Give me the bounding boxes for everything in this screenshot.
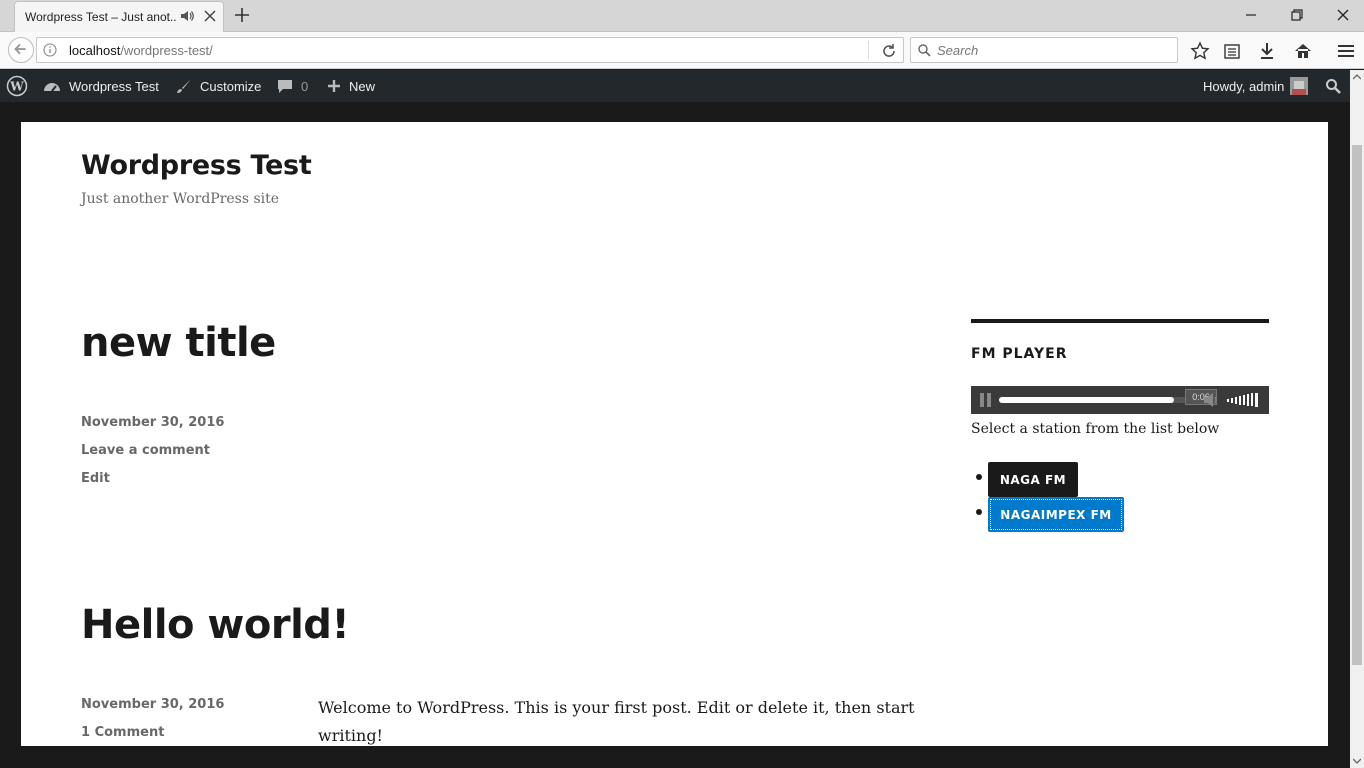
progress-fill — [999, 397, 1174, 403]
search-placeholder: Search — [937, 43, 979, 58]
post-date[interactable]: November 30, 2016 — [81, 697, 224, 712]
close-tab-icon[interactable] — [203, 9, 217, 23]
account-menu[interactable]: Howdy, admin — [1203, 70, 1316, 102]
post-title[interactable]: new title — [81, 320, 276, 366]
window-close-icon[interactable] — [1334, 6, 1352, 24]
new-label: New — [349, 78, 376, 94]
post-title[interactable]: Hello world! — [81, 602, 350, 648]
comments-link[interactable]: 1 Comment — [81, 725, 164, 740]
bookmark-star-icon[interactable] — [1190, 41, 1210, 61]
volume-icon[interactable] — [1203, 392, 1221, 408]
site-name-label: Wordpress Test — [69, 78, 159, 94]
site-title[interactable]: Wordpress Test — [81, 150, 312, 181]
widget-title: FM PLAYER — [971, 346, 1068, 362]
menu-icon[interactable] — [1336, 41, 1356, 61]
minimize-icon[interactable] — [1242, 6, 1260, 24]
browser-nav-bar: localhost/wordpress-test/ Search — [0, 32, 1364, 69]
restore-icon[interactable] — [1288, 6, 1306, 24]
station-button-naga-fm[interactable]: NAGA FM — [988, 462, 1078, 497]
download-icon[interactable] — [1257, 41, 1277, 61]
url-path: /wordpress-test/ — [120, 43, 213, 58]
wp-logo-menu[interactable]: W — [6, 70, 36, 102]
site-name-menu[interactable]: Wordpress Test — [43, 70, 159, 102]
url-bar[interactable]: localhost/wordpress-test/ — [36, 37, 904, 63]
new-tab-icon[interactable] — [233, 6, 251, 24]
customize-link[interactable]: Customize — [176, 70, 261, 102]
reading-list-icon[interactable] — [1222, 41, 1242, 61]
svg-text:W: W — [9, 80, 24, 94]
scroll-thumb[interactable] — [1352, 145, 1362, 665]
audio-player: 0:06 — [971, 386, 1269, 414]
avatar — [1290, 77, 1309, 95]
search-icon — [1326, 79, 1341, 94]
reload-icon[interactable] — [881, 43, 897, 59]
site-description: Just another WordPress site — [81, 191, 280, 207]
progress-track[interactable]: 0:06 — [999, 389, 1217, 405]
back-button[interactable] — [8, 37, 34, 63]
browser-tab-bar: Wordpress Test – Just anot... — [0, 0, 1364, 33]
list-bullet — [976, 474, 982, 480]
url-host: localhost — [69, 43, 121, 58]
comments-link[interactable]: 0 — [277, 70, 308, 102]
widget-divider — [971, 319, 1269, 323]
new-content-menu[interactable]: New — [327, 70, 375, 102]
scroll-up-icon[interactable] — [1353, 73, 1361, 81]
speaker-icon[interactable] — [180, 9, 194, 23]
page-scrollbar[interactable] — [1350, 70, 1364, 768]
station-instruction: Select a station from the list below — [971, 421, 1220, 437]
list-bullet — [976, 509, 982, 515]
customize-label: Customize — [200, 78, 262, 94]
wordpress-logo-icon: W — [6, 75, 28, 97]
station-button-nagaimpex-fm[interactable]: NAGAIMPEX FM — [988, 497, 1124, 532]
site-page: Wordpress Test Just another WordPress si… — [21, 122, 1328, 746]
home-icon[interactable] — [1293, 41, 1313, 61]
scroll-down-icon[interactable] — [1353, 757, 1361, 765]
pause-icon[interactable] — [979, 392, 993, 408]
howdy-label: Howdy, admin — [1203, 78, 1285, 94]
admin-search[interactable] — [1325, 70, 1349, 102]
volume-slider[interactable] — [1227, 393, 1263, 407]
url-text: localhost/wordpress-test/ — [69, 43, 213, 58]
leave-comment-link[interactable]: Leave a comment — [81, 443, 210, 458]
paintbrush-icon — [177, 79, 191, 93]
tab-title: Wordpress Test – Just anot... — [25, 10, 177, 24]
url-separator — [868, 41, 869, 59]
post-content: Welcome to WordPress. This is your first… — [318, 698, 915, 745]
info-icon[interactable] — [43, 43, 57, 57]
plus-icon — [328, 80, 340, 92]
back-arrow-icon — [14, 43, 26, 55]
wp-admin-bar: W Wordpress Test Customize 0 New Howdy, … — [0, 70, 1350, 102]
comments-count: 0 — [301, 78, 309, 94]
comment-bubble-icon — [278, 80, 292, 93]
search-icon — [918, 44, 931, 57]
search-bar[interactable]: Search — [910, 37, 1178, 63]
browser-tab[interactable]: Wordpress Test – Just anot... — [14, 1, 224, 33]
post-date[interactable]: November 30, 2016 — [81, 415, 224, 430]
dashboard-icon — [44, 83, 60, 92]
edit-post-link[interactable]: Edit — [81, 471, 110, 486]
